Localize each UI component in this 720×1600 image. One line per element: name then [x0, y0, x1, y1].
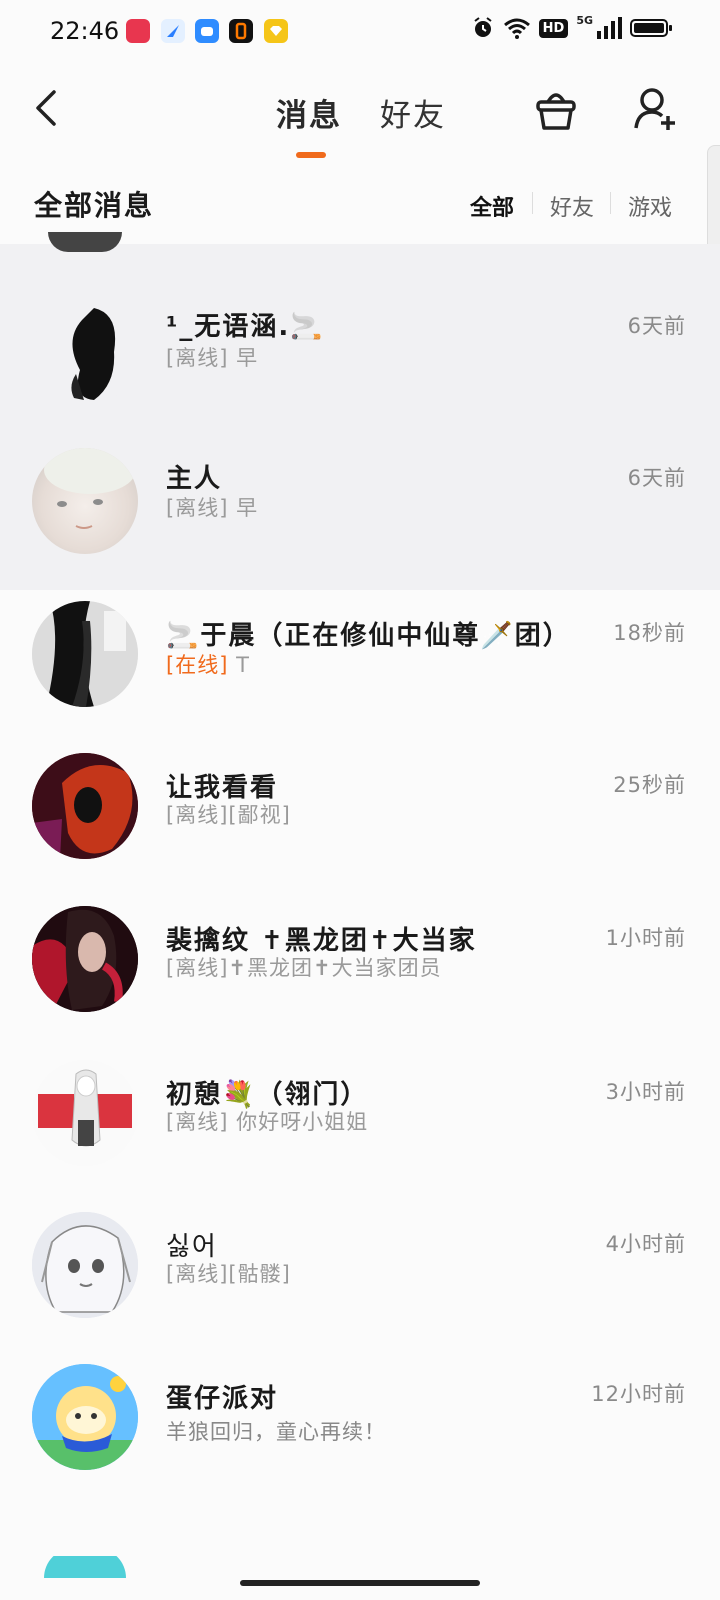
- filter-divider: [610, 192, 611, 214]
- presence-status: [离线]: [166, 1110, 229, 1134]
- avatar: [32, 601, 138, 707]
- battery-icon: [630, 19, 672, 37]
- status-time: 22:46: [50, 17, 120, 45]
- list-item[interactable]: 裴擒纹 ✝黑龙团✝大当家 [离线]✝黑龙团✝大当家团员 1小时前: [0, 906, 720, 1056]
- list-item[interactable]: 让我看看 [离线][鄙视] 25秒前: [0, 753, 720, 903]
- top-nav: 消息 好友: [0, 64, 720, 159]
- avatar: [32, 1364, 138, 1470]
- list-item[interactable]: 初憩💐（翎门） [离线] 你好呀小姐姐 3小时前: [0, 1060, 720, 1210]
- list-item[interactable]: 主人 [离线] 早 6天前: [0, 448, 720, 598]
- avatar: [32, 448, 138, 554]
- signal-icon: [597, 17, 622, 39]
- network-type: 5G: [576, 13, 593, 27]
- filter-title: 全部消息: [34, 189, 155, 222]
- last-message: 早: [236, 346, 259, 370]
- presence-status: [在线]: [166, 653, 229, 677]
- presence-status: [离线]: [166, 956, 229, 980]
- avatar: [32, 1212, 138, 1318]
- message-time: 12小时前: [591, 1382, 686, 1406]
- last-message: T: [236, 653, 250, 677]
- avatar: [48, 232, 122, 252]
- back-button[interactable]: [30, 86, 62, 134]
- add-friend-button[interactable]: [634, 86, 678, 136]
- last-message: 你好呀小姐姐: [236, 1110, 369, 1134]
- list-item[interactable]: 싫어 [离线][骷髅] 4小时前: [0, 1212, 720, 1362]
- contact-name: ¹_无语涵.🚬: [166, 312, 325, 342]
- last-message: 羊狼回归，童心再续！: [166, 1420, 386, 1444]
- filter-friends[interactable]: 好友: [550, 190, 594, 222]
- filter-all[interactable]: 全部: [470, 190, 514, 222]
- message-time: 18秒前: [613, 621, 686, 645]
- avatar: [32, 300, 138, 406]
- home-indicator[interactable]: [240, 1580, 480, 1586]
- status-bar: 22:46 HD 5G: [0, 0, 720, 64]
- contact-name: 主人: [166, 464, 223, 494]
- message-time: 25秒前: [613, 773, 686, 797]
- avatar: [44, 1556, 126, 1578]
- contact-name: 🚬于晨（正在修仙中仙尊🗡️团）: [166, 621, 571, 651]
- message-time: 6天前: [627, 314, 686, 338]
- wifi-icon: [503, 18, 530, 39]
- last-message: ✝黑龙团✝大当家团员: [228, 956, 442, 980]
- message-time: 4小时前: [605, 1232, 686, 1256]
- last-message: 早: [236, 496, 259, 520]
- add-user-icon: [634, 88, 675, 130]
- filter-divider: [532, 192, 533, 214]
- list-item[interactable]: ¹_无语涵.🚬 [离线] 早 6天前: [0, 300, 720, 450]
- alarm-icon: [474, 17, 492, 37]
- presence-status: [离线]: [166, 346, 229, 370]
- tab-friends[interactable]: 好友: [380, 90, 446, 135]
- feather-app-icon: [161, 19, 185, 43]
- presence-status: [离线]: [166, 496, 229, 520]
- avatar: [32, 1060, 138, 1166]
- contact-name: 蛋仔派对: [166, 1384, 279, 1414]
- diamond-app-icon: [264, 19, 288, 43]
- avatar: [32, 906, 138, 1012]
- list-item-partial[interactable]: [0, 1556, 720, 1600]
- message-time: 1小时前: [605, 926, 686, 950]
- avatar: [32, 753, 138, 859]
- last-message: [鄙视]: [228, 803, 291, 827]
- message-time: 3小时前: [605, 1080, 686, 1104]
- last-message: [骷髅]: [228, 1262, 291, 1286]
- list-item[interactable]: 蛋仔派对 羊狼回归，童心再续！ 12小时前: [0, 1364, 720, 1514]
- video-app-icon: [126, 19, 150, 43]
- list-item[interactable]: 🚬于晨（正在修仙中仙尊🗡️团） [在线] T 18秒前: [0, 601, 720, 751]
- tiktok-app-icon: [229, 19, 253, 43]
- chevron-left-icon: [36, 90, 56, 126]
- cloud-app-icon: [195, 19, 219, 43]
- presence-status: [离线]: [166, 803, 229, 827]
- hd-badge: HD: [538, 18, 569, 38]
- basket-icon: [536, 93, 576, 130]
- presence-status: [离线]: [166, 1262, 229, 1286]
- filter-games[interactable]: 游戏: [628, 190, 672, 222]
- clear-messages-button[interactable]: [534, 86, 578, 136]
- tab-messages[interactable]: 消息: [276, 90, 342, 135]
- message-time: 6天前: [627, 466, 686, 490]
